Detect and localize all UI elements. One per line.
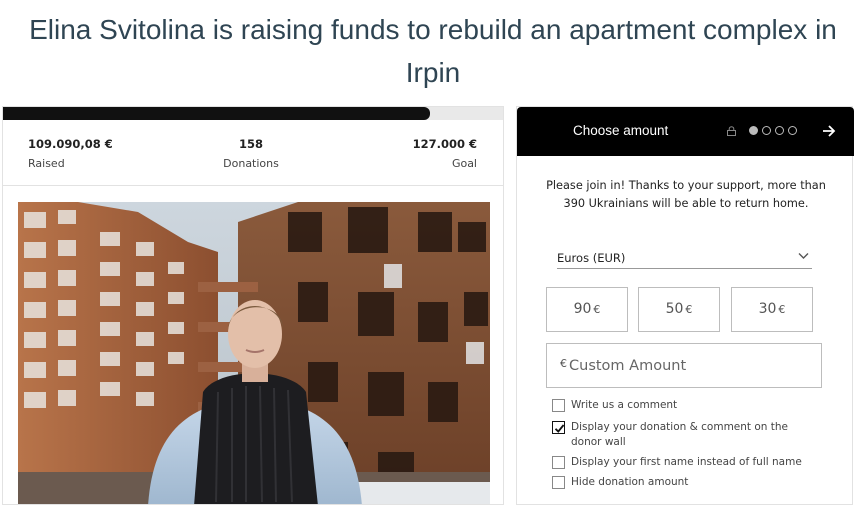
option-label: Display your donation & comment on the d…	[571, 421, 789, 448]
progress-bar-fill	[3, 107, 430, 120]
step-dot	[775, 126, 784, 135]
page-title: Elina Svitolina is raising funds to rebu…	[29, 14, 837, 88]
checkbox[interactable]	[552, 456, 565, 469]
donations-label: Donations	[223, 157, 279, 170]
campaign-photo	[18, 202, 490, 504]
donations-count: 158	[238, 137, 263, 151]
amount-currency: €	[593, 303, 601, 316]
campaign-photo-illustration	[18, 202, 490, 504]
campaign-stats: 109.090,08 € Raised 158 Donations 127.00…	[3, 120, 503, 186]
step-indicator	[749, 126, 801, 136]
goal-label: Goal	[451, 157, 477, 170]
step-dot	[788, 126, 797, 135]
custom-amount-field[interactable]: €	[546, 343, 822, 388]
donation-panel: Choose amount Please join in! Thanks to …	[516, 106, 854, 505]
intro-text: Please join in! Thanks to your support, …	[546, 179, 826, 210]
raised-amount: 109.090,08 €	[28, 137, 113, 151]
amount-currency: €	[778, 303, 786, 316]
amount-value: 90	[573, 301, 592, 317]
stat-donations: 158 Donations	[201, 137, 301, 170]
step-dot	[749, 126, 758, 135]
stat-raised: 109.090,08 € Raised	[28, 137, 113, 170]
checkmark-icon	[554, 424, 565, 433]
amount-option-30[interactable]: 30 €	[731, 287, 813, 332]
stat-goal: 127.000 € Goal	[413, 137, 477, 170]
amount-value: 50	[665, 301, 684, 317]
donation-panel-header: Choose amount	[517, 107, 854, 156]
currency-selected: Euros (EUR)	[557, 251, 626, 265]
chevron-down-icon	[798, 253, 809, 259]
currency-select[interactable]: Euros (EUR)	[557, 248, 812, 269]
panel-title: Choose amount	[573, 123, 669, 138]
arrow-right-icon[interactable]	[821, 123, 837, 139]
amount-currency: €	[685, 303, 693, 316]
custom-amount-currency: €	[560, 357, 567, 370]
raised-label: Raised	[28, 157, 65, 170]
amount-option-50[interactable]: 50 €	[638, 287, 720, 332]
progress-bar	[3, 107, 503, 120]
step-dot	[762, 126, 771, 135]
option-label: Hide donation amount	[571, 476, 689, 488]
custom-amount-input[interactable]	[569, 352, 809, 380]
lock-icon	[727, 126, 736, 136]
goal-amount: 127.000 €	[412, 137, 477, 151]
amount-option-90[interactable]: 90 €	[546, 287, 628, 332]
option-label: Display your first name instead of full …	[571, 456, 802, 468]
checkbox[interactable]	[552, 399, 565, 412]
option-label: Write us a comment	[571, 399, 678, 411]
checkbox[interactable]	[552, 476, 565, 489]
checkbox-checked[interactable]	[552, 421, 565, 434]
amount-value: 30	[758, 301, 777, 317]
campaign-card: 109.090,08 € Raised 158 Donations 127.00…	[2, 106, 504, 505]
